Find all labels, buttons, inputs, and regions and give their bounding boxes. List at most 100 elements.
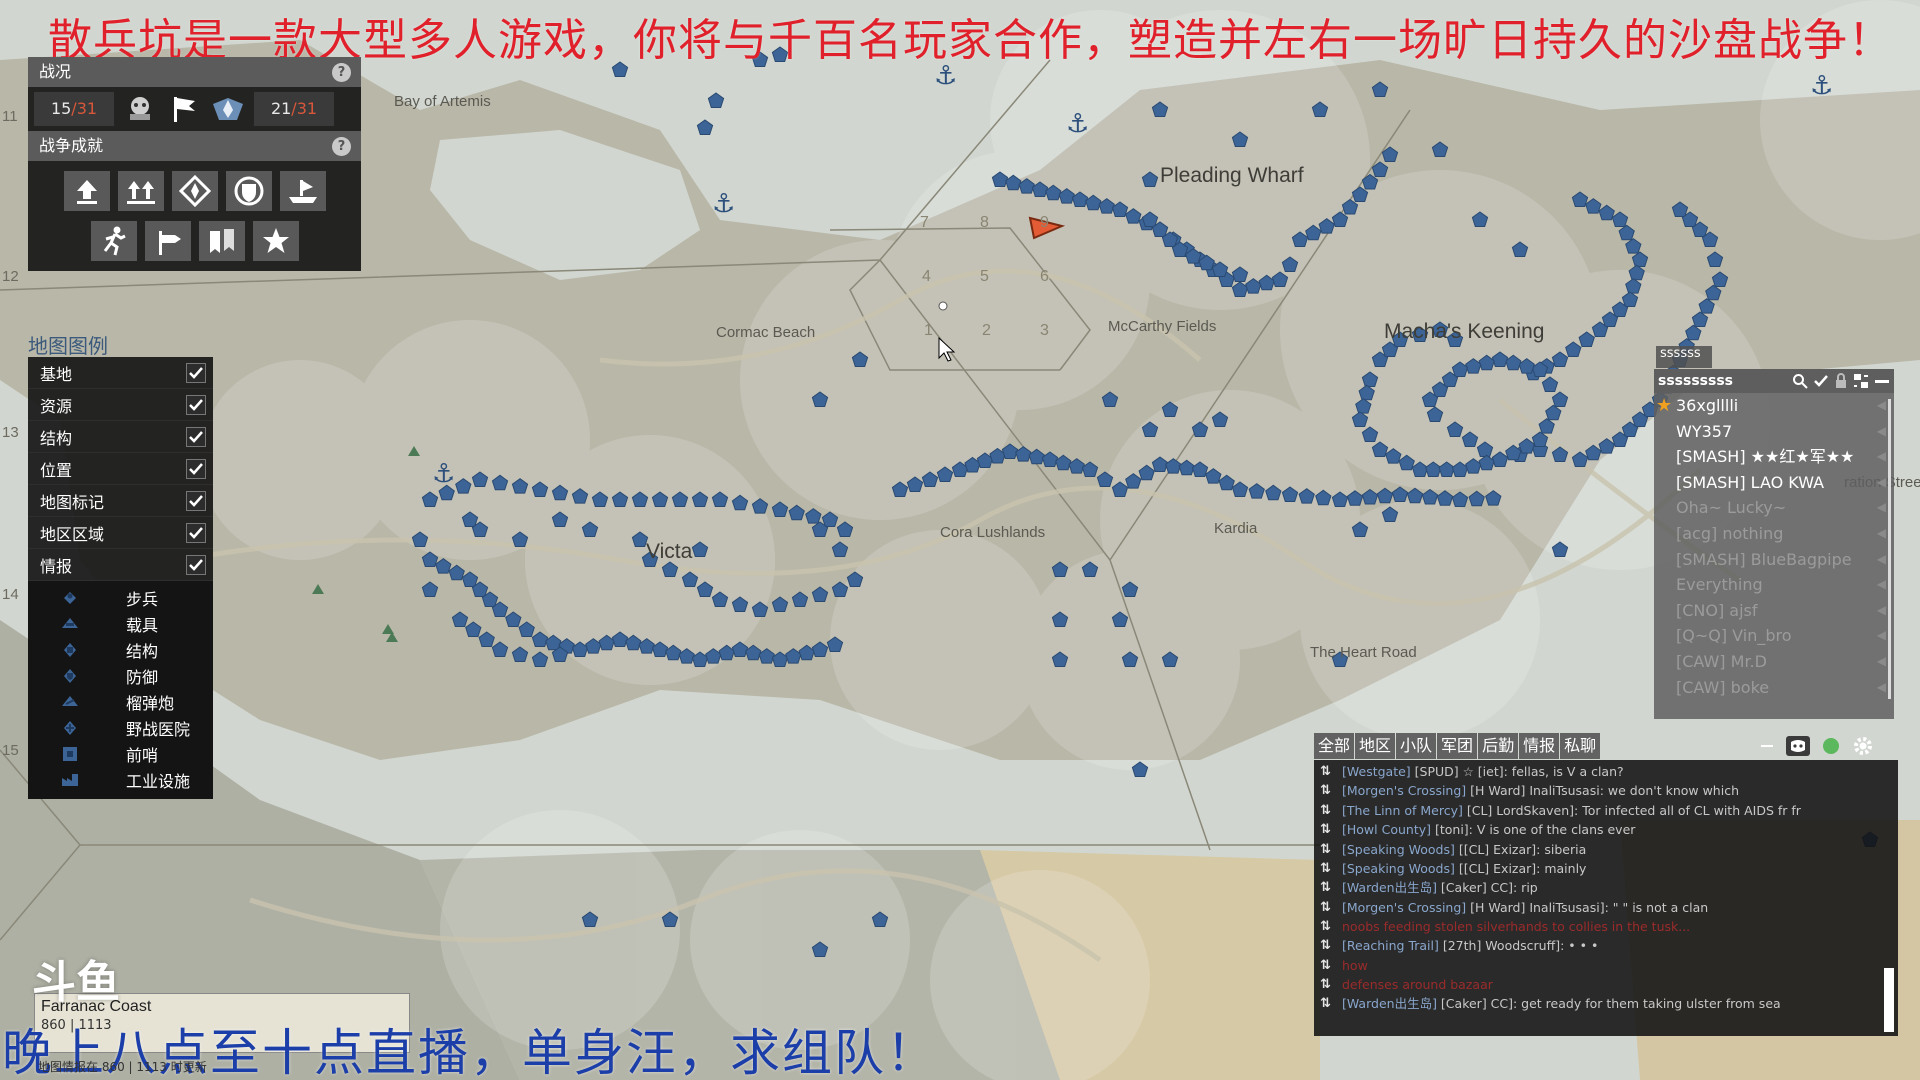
chat-tab[interactable]: 小队 (1396, 733, 1437, 759)
place-machas-keening[interactable]: Macha's Keening (1384, 320, 1544, 344)
chat-panel[interactable]: ⇅ [Westgate] [SPUD] ☆ [iet]: fellas, is V… (1314, 760, 1898, 1036)
player-row[interactable]: [CNO] ajsf ◀ (1654, 598, 1894, 624)
legend-checkbox[interactable] (186, 394, 206, 415)
speaker-icon[interactable]: ◀ (1877, 521, 1886, 547)
chat-scrollbar[interactable] (1884, 968, 1894, 1032)
legend-category[interactable]: 结构 (28, 421, 213, 453)
speaker-icon[interactable]: ◀ (1877, 393, 1886, 419)
player-row[interactable]: Everything ◀ (1654, 572, 1894, 598)
vote-arrows-icon[interactable]: ⇅ (1320, 859, 1331, 878)
help-icon[interactable]: ? (332, 137, 351, 156)
vote-arrows-icon[interactable]: ⇅ (1320, 878, 1331, 897)
upgrade-icon[interactable] (63, 171, 110, 211)
compass-icon[interactable] (171, 171, 218, 211)
legend-checkbox[interactable] (186, 458, 206, 479)
naval-icon[interactable] (279, 171, 326, 211)
player-row[interactable]: [SMASH] LAO KWA ◀ (1654, 470, 1894, 496)
vote-arrows-icon[interactable]: ⇅ (1320, 994, 1331, 1013)
runner-icon[interactable] (90, 221, 137, 261)
colonial-faction-icon[interactable] (122, 92, 158, 126)
player-row[interactable]: WY357 ◀ (1654, 419, 1894, 445)
legend-checkbox[interactable] (186, 362, 206, 383)
legend-category[interactable]: 地图标记 (28, 485, 213, 517)
speaker-icon[interactable]: ◀ (1877, 675, 1886, 701)
speaker-icon[interactable]: ◀ (1877, 649, 1886, 675)
lock-icon[interactable] (1834, 373, 1848, 389)
chat-tab[interactable]: 后勤 (1478, 733, 1519, 759)
vote-arrows-icon[interactable]: ⇅ (1320, 898, 1331, 917)
speaker-icon[interactable]: ◀ (1877, 572, 1886, 598)
search-icon[interactable] (1792, 373, 1808, 389)
speaker-icon[interactable]: ◀ (1877, 419, 1886, 445)
legend-checkbox[interactable] (186, 426, 206, 447)
chat-tab[interactable]: 全部 (1314, 733, 1355, 759)
vote-arrows-icon[interactable]: ⇅ (1320, 936, 1331, 955)
chat-tab[interactable]: 情报 (1519, 733, 1560, 759)
chat-message[interactable]: ⇅ [Howl County] [toni]: V is one of the c… (1314, 820, 1898, 839)
chat-message[interactable]: ⇅ noobs feeding stolen silverhands to col… (1314, 917, 1898, 936)
vote-arrows-icon[interactable]: ⇅ (1320, 781, 1331, 800)
discord-icon[interactable] (1786, 736, 1810, 756)
legend-checkbox[interactable] (186, 522, 206, 543)
minimize-icon[interactable] (1874, 373, 1890, 389)
vote-arrows-icon[interactable]: ⇅ (1320, 762, 1331, 781)
help-icon[interactable]: ? (332, 63, 351, 82)
chat-message[interactable]: ⇅ [Morgen's Crossing] [H Ward] InaliTsusa… (1314, 898, 1898, 917)
legend-checkbox[interactable] (186, 554, 206, 575)
gear-icon[interactable] (1852, 735, 1874, 757)
chat-message[interactable]: ⇅ [The Linn of Mercy] [CL] LordSkaven]: T… (1314, 801, 1898, 820)
player-list-scrollbar[interactable] (1888, 399, 1891, 699)
flag-icon[interactable] (166, 92, 202, 126)
vote-arrows-icon[interactable]: ⇅ (1320, 820, 1331, 839)
legend-category[interactable]: 情报 (28, 549, 213, 581)
player-row[interactable]: [SMASH] ★★红★军★★ ◀ (1654, 444, 1894, 470)
speaker-icon[interactable]: ◀ (1877, 444, 1886, 470)
chat-message[interactable]: ⇅ [Speaking Woods] [[CL] Exizar]: mainly (1314, 859, 1898, 878)
chat-message[interactable]: ⇅ [Speaking Woods] [[CL] Exizar]: siberia (1314, 840, 1898, 859)
player-row[interactable]: [SMASH] BlueBagpipe ◀ (1654, 547, 1894, 573)
online-status-icon[interactable] (1822, 737, 1840, 755)
speaker-icon[interactable]: ◀ (1877, 598, 1886, 624)
legend-category[interactable]: 资源 (28, 389, 213, 421)
chat-message[interactable]: ⇅ [Morgen's Crossing] [H Ward] InaliTsusa… (1314, 781, 1898, 800)
place-pleading-wharf[interactable]: Pleading Wharf (1160, 164, 1304, 188)
vote-arrows-icon[interactable]: ⇅ (1320, 956, 1331, 975)
banners-icon[interactable] (198, 221, 245, 261)
vote-arrows-icon[interactable]: ⇅ (1320, 801, 1331, 820)
star-icon[interactable] (252, 221, 299, 261)
legend-checkbox[interactable] (186, 490, 206, 511)
vote-arrows-icon[interactable]: ⇅ (1320, 975, 1331, 994)
check-icon[interactable] (1813, 373, 1829, 389)
transfer-icon[interactable] (1853, 373, 1869, 389)
legend-category[interactable]: 地区区域 (28, 517, 213, 549)
chat-tab[interactable]: 军团 (1437, 733, 1478, 759)
speaker-icon[interactable]: ◀ (1877, 547, 1886, 573)
chat-message[interactable]: ⇅ [Westgate] [SPUD] ☆ [iet]: fellas, is V… (1314, 762, 1898, 781)
chat-message[interactable]: ⇅ how (1314, 956, 1898, 975)
legend-category[interactable]: 位置 (28, 453, 213, 485)
shield-icon[interactable] (225, 171, 272, 211)
player-row[interactable]: ★ 36xglllli ◀ (1654, 393, 1894, 419)
chat-tab[interactable]: 私聊 (1560, 733, 1601, 759)
player-row[interactable]: [CAW] Mr.D ◀ (1654, 649, 1894, 675)
double-upgrade-icon[interactable] (117, 171, 164, 211)
signpost-icon[interactable] (144, 221, 191, 261)
player-row[interactable]: [acg] nothing ◀ (1654, 521, 1894, 547)
vote-arrows-icon[interactable]: ⇅ (1320, 919, 1331, 934)
speaker-icon[interactable]: ◀ (1877, 470, 1886, 496)
chat-message[interactable]: ⇅ defenses around bazaar (1314, 975, 1898, 994)
warden-faction-icon[interactable] (210, 92, 246, 126)
chat-message[interactable]: ⇅ [Warden出生岛] [Caker] CC]: rip (1314, 878, 1898, 897)
player-row[interactable]: [CAW] boke ◀ (1654, 675, 1894, 701)
player-row[interactable]: [Q~Q] Vin_bro ◀ (1654, 623, 1894, 649)
minimize-icon[interactable] (1760, 739, 1774, 753)
vote-arrows-icon[interactable]: ⇅ (1320, 840, 1331, 859)
speaker-icon[interactable]: ◀ (1877, 495, 1886, 521)
player-row[interactable]: Oha~ Lucky~ ◀ (1654, 495, 1894, 521)
player-list-tab[interactable]: ssssss (1656, 346, 1712, 368)
legend-category[interactable]: 基地 (28, 357, 213, 389)
chat-message[interactable]: ⇅ [Reaching Trail] [27th] Woodscruff]: • … (1314, 936, 1898, 955)
place-victa[interactable]: Victa (646, 540, 692, 564)
chat-message[interactable]: ⇅ [Warden出生岛] [Caker] CC]: get ready for … (1314, 994, 1898, 1013)
chat-tab[interactable]: 地区 (1355, 733, 1396, 759)
